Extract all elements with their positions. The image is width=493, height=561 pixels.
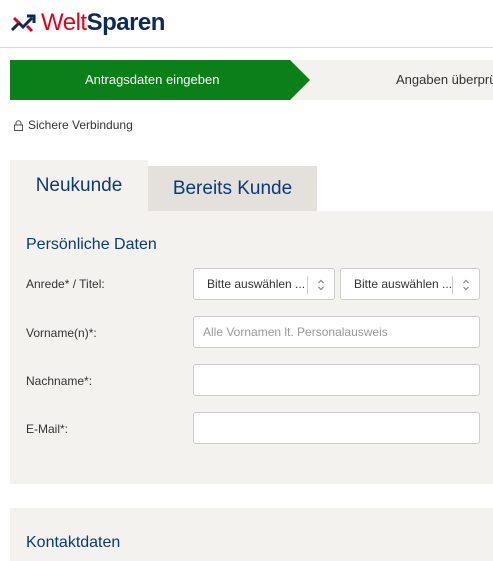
tab-bereits-kunde[interactable]: Bereits Kunde [148, 166, 317, 211]
email-label: E-Mail*: [26, 422, 69, 436]
personal-data-panel: Persönliche Daten Anrede* / Titel: Bitte… [10, 211, 493, 484]
logo-arrows-icon [10, 14, 36, 33]
firstname-label: Vorname(n)*: [26, 326, 97, 340]
tab-neukunde[interactable]: Neukunde [10, 160, 148, 211]
chevron-updown-icon [318, 279, 324, 291]
brand-name-part2: Sparen [86, 9, 166, 36]
titel-select[interactable]: Bitte auswählen ... [340, 268, 480, 300]
anrede-select[interactable]: Bitte auswählen ... [193, 268, 335, 300]
lastname-input[interactable] [193, 364, 480, 396]
firstname-input[interactable] [193, 316, 480, 348]
brand-logo[interactable]: WeltSparen [10, 9, 165, 37]
secure-connection-label: Sichere Verbindung [28, 118, 133, 132]
brand-name-part1: Welt [41, 9, 87, 36]
section-title-contact: Kontaktdaten [26, 534, 121, 551]
lastname-label: Nachname*: [26, 374, 93, 388]
secure-connection: Sichere Verbindung [14, 118, 133, 132]
anrede-select-value: Bitte auswählen ... [207, 277, 306, 291]
email-input[interactable] [193, 412, 480, 444]
step-next: Angaben überprü [396, 72, 493, 87]
select-divider [307, 276, 308, 294]
brand-name: WeltSparen [41, 11, 165, 35]
titel-select-value: Bitte auswählen ... [354, 277, 453, 291]
salutation-label: Anrede* / Titel: [26, 277, 105, 291]
chevron-updown-icon [463, 279, 469, 291]
progress-steps: Antragsdaten eingeben Angaben überprü [10, 60, 493, 100]
section-title-personal: Persönliche Daten [26, 236, 157, 253]
header: WeltSparen [0, 0, 493, 48]
lock-icon [14, 119, 23, 131]
step-active: Antragsdaten eingeben [10, 60, 290, 100]
contact-data-panel: Kontaktdaten [10, 508, 493, 561]
step-arrow [290, 60, 310, 100]
select-divider [452, 276, 453, 294]
